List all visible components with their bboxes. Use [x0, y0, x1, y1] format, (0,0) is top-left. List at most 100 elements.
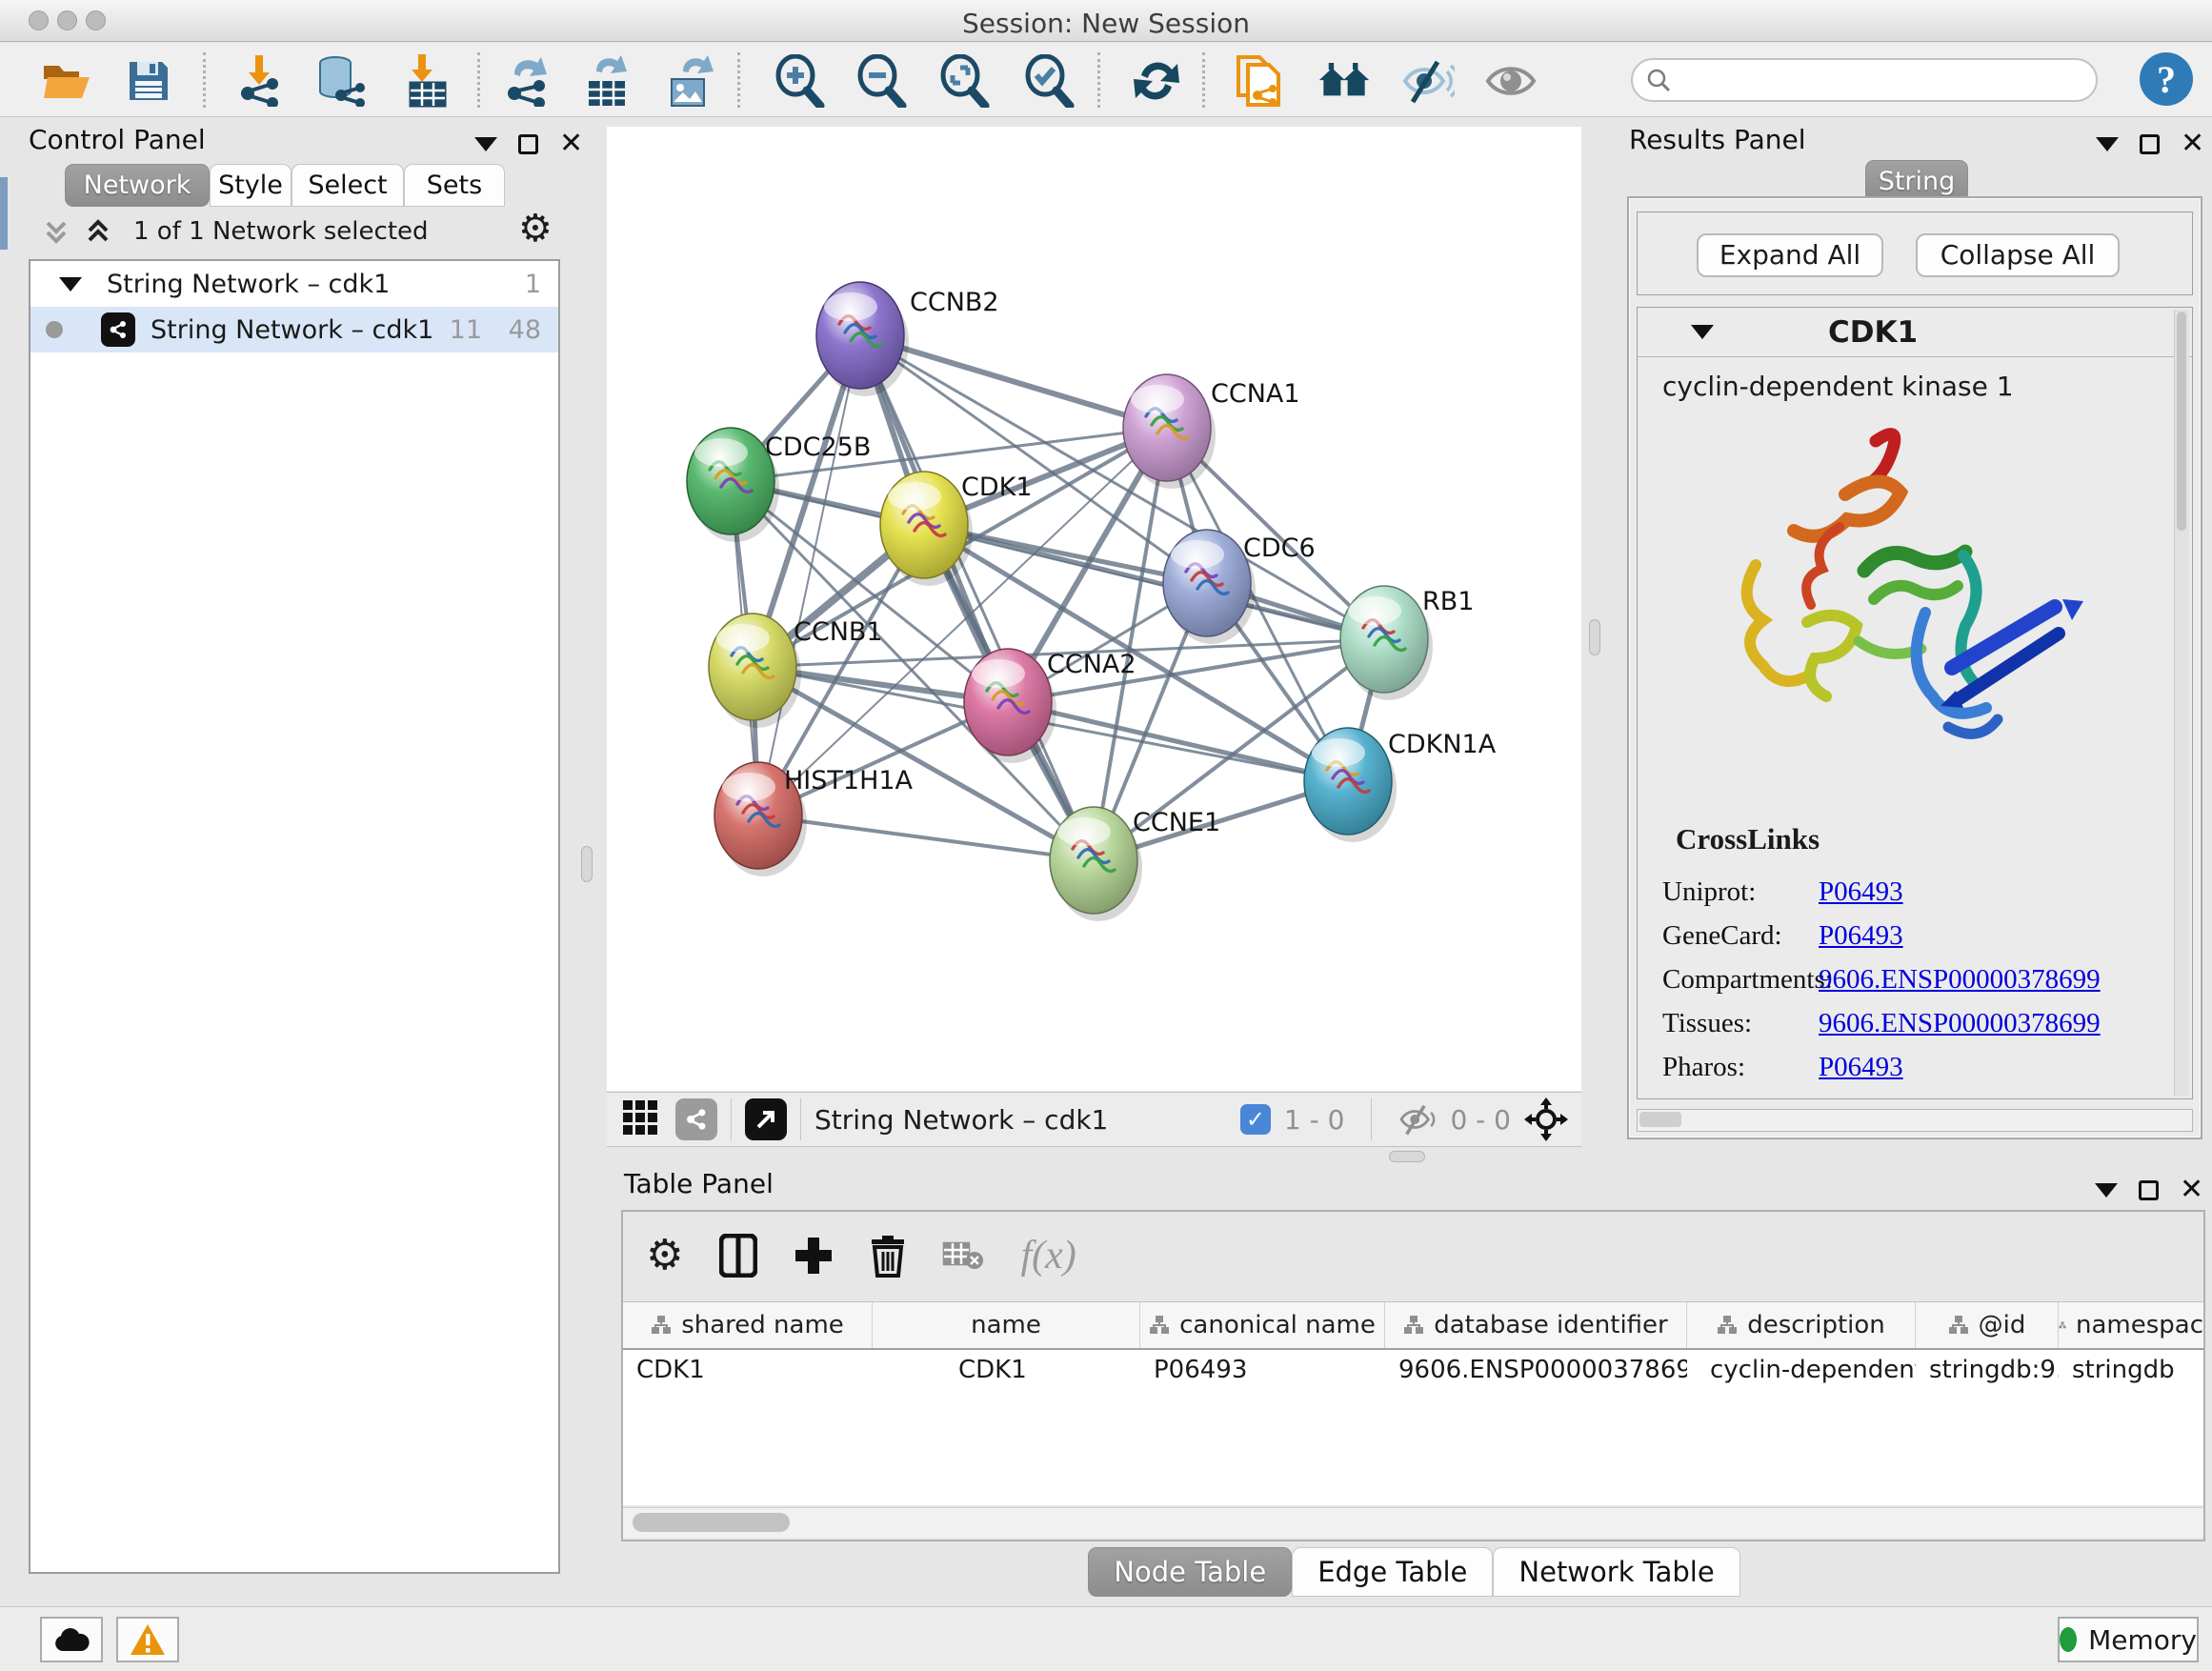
collapse-all-networks-icon[interactable]	[40, 215, 72, 252]
network-column-icon	[651, 1315, 672, 1336]
birdseye-grid-icon[interactable]	[622, 1099, 658, 1139]
network-node-HIST1H1A[interactable]: HIST1H1A	[714, 762, 914, 876]
panel-close-icon[interactable]: ✕	[559, 130, 583, 158]
uniprot-link[interactable]: P06493	[1819, 876, 1903, 908]
selected-checkbox-icon[interactable]: ✓	[1240, 1104, 1271, 1135]
zoom-selected-icon[interactable]	[1023, 54, 1076, 108]
column-header-id[interactable]: @id	[1916, 1302, 2059, 1348]
network-options-gear-icon[interactable]: ⚙	[518, 210, 553, 248]
home-network-icon[interactable]	[1317, 54, 1371, 108]
tab-network-table[interactable]: Network Table	[1493, 1547, 1739, 1597]
tab-edge-table[interactable]: Edge Table	[1292, 1547, 1493, 1597]
network-node-CCNB1[interactable]: CCNB1	[709, 614, 883, 728]
network-collection-row[interactable]: String Network – cdk1 1	[30, 261, 558, 307]
zoom-in-icon[interactable]	[774, 54, 827, 108]
export-table-icon[interactable]	[579, 54, 633, 108]
cloud-status-button[interactable]	[40, 1617, 103, 1662]
left-splitter-handle[interactable]	[581, 846, 593, 882]
tab-sets[interactable]: Sets	[404, 164, 505, 207]
open-session-icon[interactable]	[40, 54, 93, 108]
hidden-eye-icon	[1398, 1103, 1437, 1136]
zoom-fit-icon[interactable]	[938, 54, 992, 108]
string-documents-icon[interactable]	[1233, 54, 1286, 108]
tab-style[interactable]: Style	[210, 164, 292, 207]
tab-select[interactable]: Select	[292, 164, 404, 207]
compartments-link[interactable]: 9606.ENSP00000378699	[1819, 964, 2101, 996]
table-row[interactable]: CDK1 CDK1 P06493 9606.ENSP00000378699 cy…	[623, 1350, 2203, 1394]
tissues-link[interactable]: 9606.ENSP00000378699	[1819, 1008, 2101, 1039]
panel-close-icon[interactable]: ✕	[2181, 130, 2204, 158]
column-header-database-identifier[interactable]: database identifier	[1385, 1302, 1687, 1348]
node-label-CCNE1: CCNE1	[1133, 808, 1220, 837]
warnings-button[interactable]	[116, 1617, 179, 1662]
pan-crosshair-icon[interactable]	[1524, 1097, 1568, 1141]
panel-float-icon[interactable]	[2140, 134, 2160, 154]
column-header-canonical-name[interactable]: canonical name	[1140, 1302, 1385, 1348]
network-row-selected[interactable]: String Network – cdk1 11 48	[30, 307, 558, 352]
import-network-icon[interactable]	[232, 54, 286, 108]
tab-node-table[interactable]: Node Table	[1088, 1547, 1292, 1597]
results-horizontal-scrollbar[interactable]	[1637, 1109, 2193, 1132]
network-node-CDKN1A[interactable]: CDKN1A	[1304, 728, 1497, 842]
network-node-CCNE1[interactable]: CCNE1	[1050, 807, 1220, 921]
column-header-namespace[interactable]: namespac	[2059, 1302, 2203, 1348]
help-button[interactable]: ?	[2140, 52, 2193, 106]
export-image-icon[interactable]	[664, 54, 717, 108]
expand-all-button[interactable]: Expand All	[1697, 233, 1883, 277]
export-network-icon[interactable]	[499, 54, 553, 108]
table-header-row: shared name name canonical name database…	[623, 1302, 2203, 1350]
network-node-CDC25B[interactable]: CDC25B	[687, 428, 871, 542]
network-node-CDK1[interactable]: CDK1	[880, 472, 1033, 586]
expand-all-networks-icon[interactable]	[82, 215, 114, 252]
panel-menu-icon[interactable]	[474, 137, 497, 151]
delete-column-icon[interactable]	[870, 1234, 906, 1278]
save-session-icon[interactable]	[122, 54, 175, 108]
status-bar: Memory	[0, 1606, 2212, 1671]
import-table-icon[interactable]	[398, 54, 452, 108]
show-graphics-icon[interactable]	[1484, 54, 1538, 108]
results-vertical-scrollbar[interactable]	[2174, 310, 2189, 1097]
table-horizontal-scrollbar[interactable]	[623, 1507, 2203, 1538]
apply-layout-icon[interactable]	[1130, 54, 1183, 108]
bottom-splitter-handle[interactable]	[1389, 1151, 1425, 1162]
memory-button[interactable]: Memory	[2058, 1617, 2199, 1662]
table-tabs: Node TableEdge TableNetwork Table	[616, 1547, 2212, 1597]
entry-collapse-icon[interactable]	[1691, 325, 1714, 339]
network-node-CCNA2[interactable]: CCNA2	[964, 649, 1136, 763]
hide-unhide-icon[interactable]	[1401, 54, 1455, 108]
column-header-description[interactable]: description	[1687, 1302, 1916, 1348]
panel-menu-icon[interactable]	[2096, 137, 2119, 151]
right-splitter-handle[interactable]	[1589, 619, 1600, 655]
table-toolbar: ⚙ f(x)	[623, 1212, 2203, 1299]
network-node-CCNB2[interactable]: CCNB2	[816, 282, 999, 396]
string-view-icon[interactable]	[675, 1098, 717, 1140]
collapse-all-button[interactable]: Collapse All	[1916, 233, 2120, 277]
column-header-name[interactable]: name	[873, 1302, 1140, 1348]
pharos-link[interactable]: P06493	[1819, 1052, 1903, 1083]
table-options-gear-icon[interactable]: ⚙	[646, 1235, 683, 1277]
collection-expand-icon[interactable]	[59, 277, 82, 292]
column-header-shared-name[interactable]: shared name	[623, 1302, 873, 1348]
crosslink-row: GeneCard: P06493	[1638, 920, 2171, 952]
panel-float-icon[interactable]	[2139, 1180, 2159, 1200]
import-database-icon[interactable]	[312, 54, 366, 108]
add-column-icon[interactable]	[794, 1236, 834, 1276]
panel-close-icon[interactable]: ✕	[2180, 1176, 2203, 1204]
main-toolbar: ?	[0, 43, 2212, 117]
network-node-RB1[interactable]: RB1	[1340, 586, 1474, 700]
window-title: Session: New Session	[0, 8, 2212, 39]
show-columns-icon[interactable]	[719, 1234, 757, 1278]
tab-network[interactable]: Network	[65, 164, 210, 207]
genecard-link[interactable]: P06493	[1819, 920, 1903, 952]
node-label-HIST1H1A: HIST1H1A	[784, 766, 914, 795]
search-input[interactable]	[1671, 66, 2071, 94]
entry-header[interactable]: CDK1	[1638, 308, 2192, 357]
zoom-out-icon[interactable]	[855, 54, 909, 108]
table-panel: Table Panel ✕ ⚙ f(x) shared name	[616, 1164, 2212, 1602]
open-in-browser-icon[interactable]	[745, 1098, 787, 1140]
network-column-icon	[1717, 1315, 1738, 1336]
network-canvas[interactable]: CCNB2CCNA1CDC25BCDK1CDC6RB1CCNB1CCNA2CDK…	[607, 127, 1581, 1091]
panel-float-icon[interactable]	[518, 134, 538, 154]
panel-menu-icon[interactable]	[2095, 1183, 2118, 1198]
network-canvas-area[interactable]: CCNB2CCNA1CDC25BCDK1CDC6RB1CCNB1CCNA2CDK…	[607, 127, 1581, 1091]
